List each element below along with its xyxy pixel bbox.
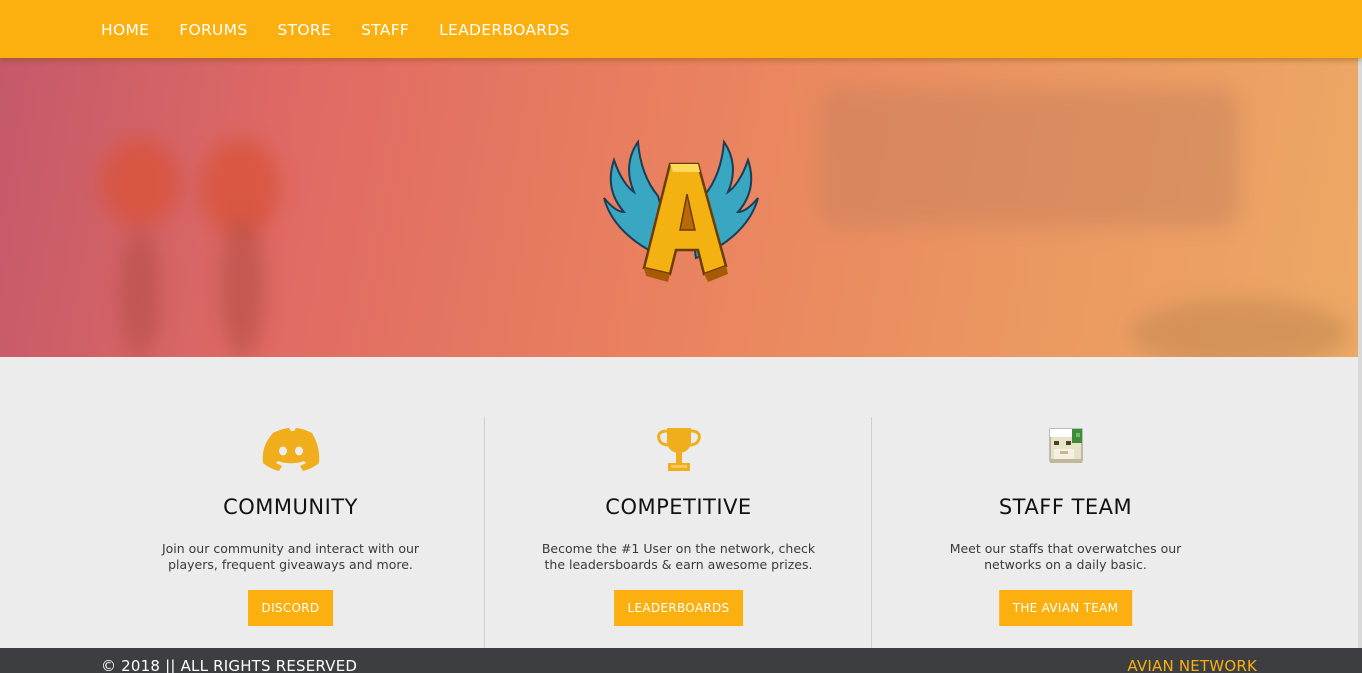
leaderboards-button[interactable]: LEADERBOARDS bbox=[613, 590, 744, 626]
features-section: COMMUNITY Join our community and interac… bbox=[0, 357, 1362, 648]
hero-bg-blob bbox=[220, 218, 265, 357]
discord-button[interactable]: DISCORD bbox=[247, 590, 334, 626]
nav-link-forums[interactable]: FORUMS bbox=[179, 21, 247, 39]
nav-link-store[interactable]: STORE bbox=[277, 21, 331, 39]
feature-community: COMMUNITY Join our community and interac… bbox=[97, 417, 484, 648]
trophy-icon bbox=[656, 428, 701, 471]
nav-item-forums: FORUMS bbox=[179, 20, 247, 39]
hero-bg-blob bbox=[1130, 298, 1350, 357]
hero-bg-blob bbox=[120, 228, 160, 357]
nav-item-store: STORE bbox=[277, 20, 331, 39]
feature-title: COMPETITIVE bbox=[605, 495, 752, 519]
footer: © 2018 || ALL RIGHTS RESERVED AVIAN NETW… bbox=[0, 648, 1362, 673]
feature-description: Become the #1 User on the network, check… bbox=[541, 541, 816, 572]
feature-title: COMMUNITY bbox=[223, 495, 358, 519]
footer-copyright: © 2018 || ALL RIGHTS RESERVED bbox=[101, 657, 358, 673]
feature-description: Meet our staffs that overwatches our net… bbox=[949, 541, 1182, 572]
hero-bg-blob bbox=[820, 88, 1240, 228]
avian-team-button[interactable]: THE AVIAN TEAM bbox=[998, 590, 1133, 626]
feature-staff-team: STAFF TEAM Meet our staffs that overwatc… bbox=[871, 417, 1259, 648]
hero-banner bbox=[0, 58, 1362, 357]
nav-item-staff: STAFF bbox=[361, 20, 409, 39]
nav-link-leaderboards[interactable]: LEADERBOARDS bbox=[439, 21, 570, 39]
discord-icon bbox=[262, 428, 319, 471]
feature-description: Join our community and interact with our… bbox=[161, 541, 420, 572]
nav-menu: HOME FORUMS STORE STAFF LEADERBOARDS bbox=[101, 0, 600, 58]
nav-link-staff[interactable]: STAFF bbox=[361, 21, 409, 39]
nav-link-home[interactable]: HOME bbox=[101, 21, 149, 39]
footer-brand-link[interactable]: AVIAN NETWORK bbox=[1127, 657, 1257, 673]
nav-item-home: HOME bbox=[101, 20, 149, 39]
top-navigation: HOME FORUMS STORE STAFF LEADERBOARDS bbox=[0, 0, 1362, 58]
avian-logo bbox=[603, 139, 759, 282]
feature-title: STAFF TEAM bbox=[998, 495, 1133, 519]
feature-competitive: COMPETITIVE Become the #1 User on the ne… bbox=[484, 417, 872, 648]
page-scrollbar[interactable] bbox=[1358, 58, 1362, 648]
player-head-icon bbox=[1049, 428, 1082, 463]
nav-item-leaderboards: LEADERBOARDS bbox=[439, 20, 570, 39]
hero-bg-blob bbox=[100, 138, 180, 228]
